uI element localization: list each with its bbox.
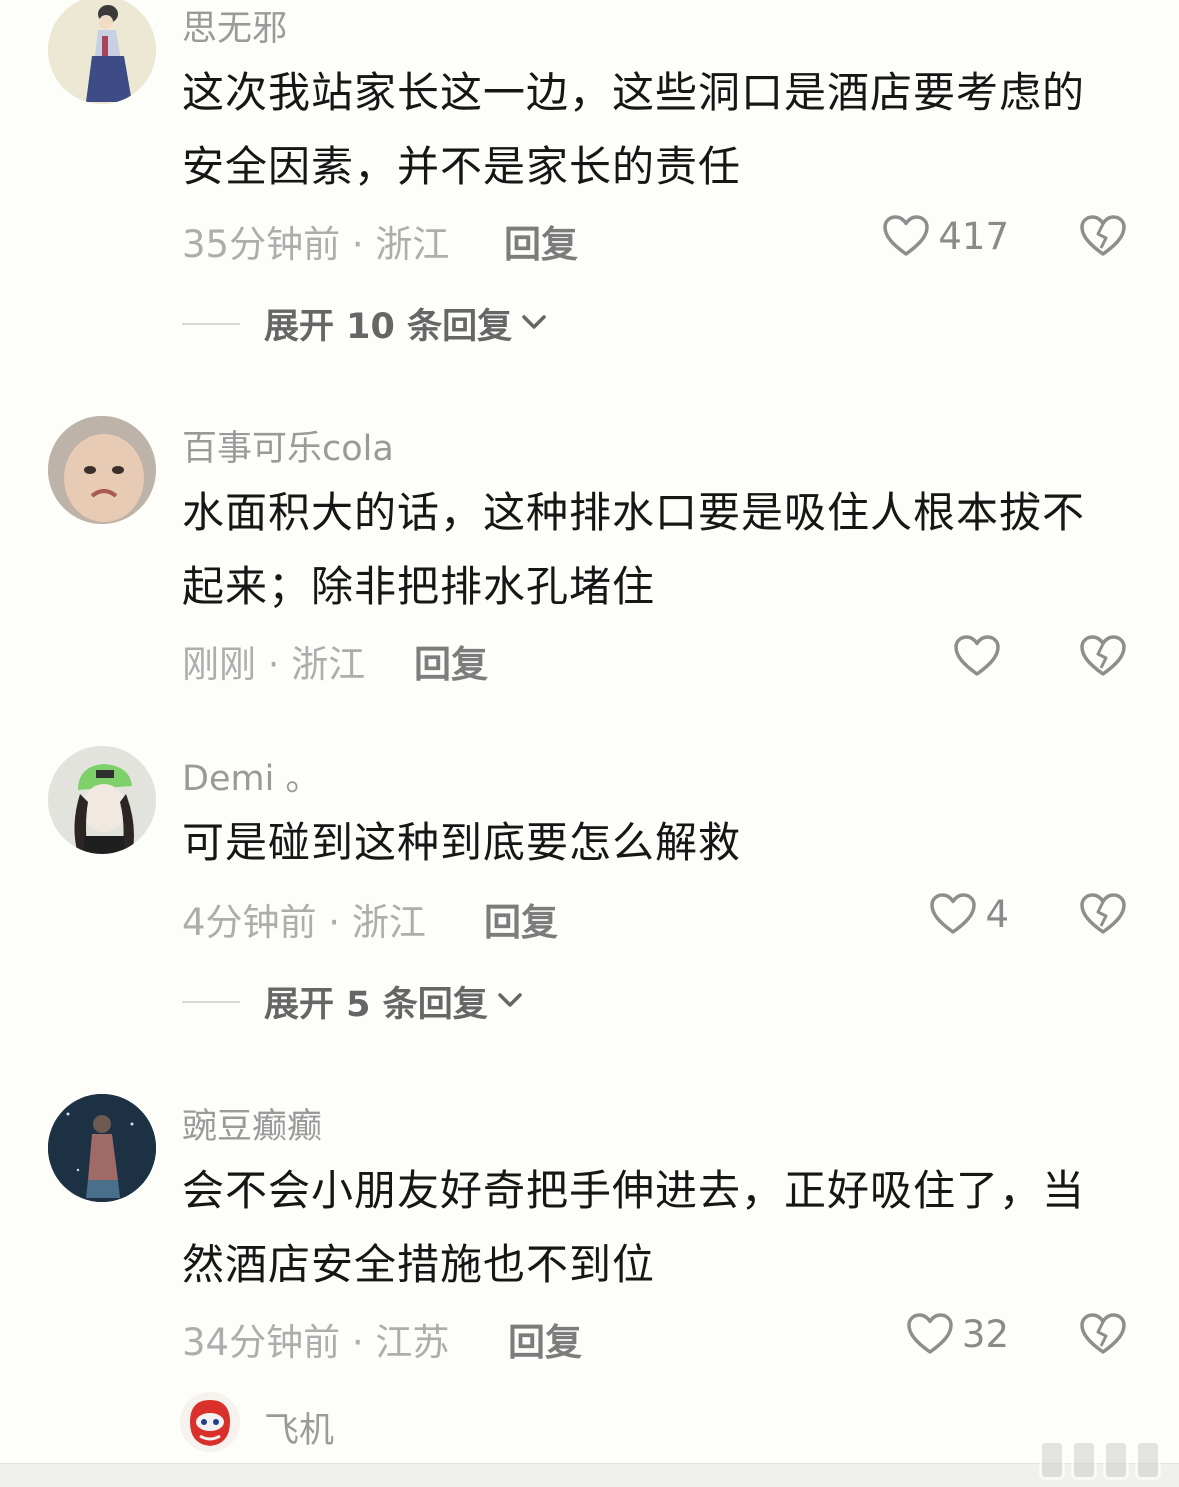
broken-heart-icon (1079, 634, 1127, 678)
avatar-image (48, 0, 156, 104)
watermark (1039, 1440, 1161, 1480)
bottom-bar (0, 1463, 1179, 1487)
comment-text: 这次我站家长这一边，这些洞口是酒店要考虑的安全因素，并不是家长的责任 (182, 68, 1086, 191)
avatar[interactable] (180, 1392, 240, 1452)
divider (182, 1000, 240, 1003)
dislike-button[interactable] (1079, 214, 1127, 258)
expand-replies-label: 展开 10 条回复 (264, 307, 513, 347)
heart-outline-icon (953, 634, 1001, 678)
username[interactable]: 思无邪 (182, 0, 287, 51)
dislike-button[interactable] (1079, 892, 1127, 936)
avatar[interactable] (48, 0, 156, 104)
like-button[interactable]: 4 (929, 892, 1009, 936)
like-count: 4 (985, 892, 1009, 936)
reply-button[interactable]: 回复 (504, 214, 578, 268)
avatar-image (48, 416, 156, 524)
divider (182, 322, 240, 325)
like-button[interactable]: 417 (882, 214, 1009, 258)
username[interactable]: 豌豆癫癫 (182, 1098, 322, 1149)
comment-text: 可是碰到这种到底要怎么解救 (182, 818, 742, 867)
heart-outline-icon (906, 1312, 954, 1356)
dislike-button[interactable] (1079, 634, 1127, 678)
expand-replies-label: 展开 5 条回复 (264, 985, 488, 1025)
username[interactable]: Demi 。 (182, 750, 320, 801)
avatar-image (180, 1392, 240, 1452)
dislike-button[interactable] (1079, 1312, 1127, 1356)
broken-heart-icon (1079, 1312, 1127, 1356)
comment-text: 会不会小朋友好奇把手伸进去，正好吸住了，当然酒店安全措施也不到位 (182, 1166, 1086, 1289)
heart-outline-icon (929, 892, 977, 936)
like-count: 417 (938, 214, 1009, 258)
like-button[interactable] (953, 634, 1009, 678)
broken-heart-icon (1079, 214, 1127, 258)
avatar-image (48, 1094, 156, 1202)
broken-heart-icon (1079, 892, 1127, 936)
comment-text: 水面积大的话，这种排水口要是吸住人根本拔不起来；除非把排水孔堵住 (182, 488, 1086, 611)
chevron-down-icon (488, 990, 524, 1014)
username[interactable]: 百事可乐cola (182, 420, 394, 471)
comment-meta: 刚刚 · 浙江 (182, 643, 366, 686)
avatar[interactable] (48, 416, 156, 524)
avatar-image (48, 746, 156, 854)
avatar[interactable] (48, 1094, 156, 1202)
chevron-down-icon (512, 312, 548, 336)
avatar[interactable] (48, 746, 156, 854)
comment-meta: 4分钟前 · 浙江 (182, 901, 426, 944)
reply-button[interactable]: 回复 (414, 634, 488, 688)
expand-replies-button[interactable]: 展开 5 条回复 (182, 976, 524, 1027)
reply-button[interactable]: 回复 (508, 1312, 582, 1366)
like-button[interactable]: 32 (906, 1312, 1009, 1356)
heart-outline-icon (882, 214, 930, 258)
like-count: 32 (961, 1312, 1009, 1356)
expand-replies-button[interactable]: 展开 10 条回复 (182, 298, 548, 349)
username[interactable]: 飞机 (264, 1402, 334, 1453)
comment-meta: 35分钟前 · 浙江 (182, 223, 450, 266)
comment-meta: 34分钟前 · 江苏 (182, 1321, 450, 1364)
reply-button[interactable]: 回复 (484, 892, 558, 946)
